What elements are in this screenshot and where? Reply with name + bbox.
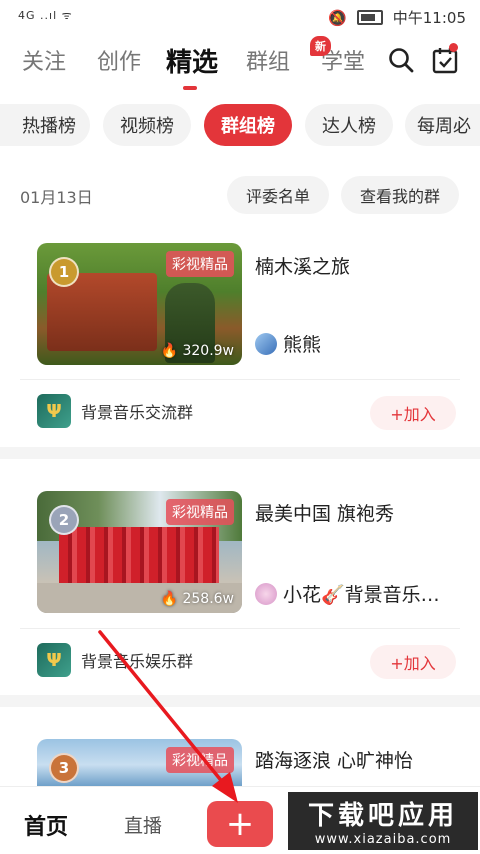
chip-hot[interactable]: 热播榜 xyxy=(0,104,90,146)
nav-live[interactable]: 直播 xyxy=(124,811,162,838)
group-name: 背景音乐交流群 xyxy=(81,403,194,422)
video-title[interactable]: 踏海逐浪 心旷神怡 xyxy=(255,746,413,773)
new-badge: 新 xyxy=(310,36,331,56)
chip-talent[interactable]: 达人榜 xyxy=(305,104,393,146)
performers-image xyxy=(59,527,219,585)
chip-hot-label: 热播榜 xyxy=(22,116,76,137)
watermark: 下载吧应用 www.xiazaiba.com xyxy=(288,792,478,850)
rank-badge: 1 xyxy=(49,257,79,287)
status-bar: 4G ..ıl ᯤ 🔕 中午11:05 xyxy=(0,0,480,34)
tab-follow[interactable]: 关注 xyxy=(22,44,66,76)
view-count-value: 258.6w xyxy=(182,591,234,607)
group-row[interactable]: Ψ 背景音乐交流群 xyxy=(37,394,193,428)
video-thumbnail[interactable]: 3 彩视精品 xyxy=(37,739,242,786)
watermark-title: 下载吧应用 xyxy=(307,801,458,831)
author-name: 熊熊 xyxy=(283,334,322,356)
chip-video[interactable]: 视频榜 xyxy=(103,104,191,146)
rank-badge: 3 xyxy=(49,753,79,783)
chip-group-label: 群组榜 xyxy=(221,116,275,137)
author-row[interactable]: 熊熊 xyxy=(255,330,321,357)
my-group-label: 查看我的群 xyxy=(359,187,440,206)
tab-featured[interactable]: 精选 xyxy=(166,42,218,79)
signal-status: 4G ..ıl ᯤ xyxy=(18,9,73,22)
tab-groups[interactable]: 群组 xyxy=(246,44,290,76)
view-count-value: 320.9w xyxy=(182,343,234,359)
section-separator xyxy=(0,695,480,707)
watermark-url: www.xiazaiba.com xyxy=(314,832,452,847)
battery-icon xyxy=(356,10,383,25)
search-icon[interactable] xyxy=(388,47,414,73)
chip-weekly-label: 每周必 xyxy=(417,116,471,137)
create-button[interactable]: + xyxy=(207,801,273,847)
chip-weekly[interactable]: 每周必 xyxy=(405,104,480,146)
plus-icon: + xyxy=(225,804,255,844)
nav-home[interactable]: 首页 xyxy=(24,809,68,841)
trident-icon: Ψ xyxy=(37,394,71,428)
view-count: 🔥 258.6w xyxy=(160,591,234,607)
chip-talent-label: 达人榜 xyxy=(322,116,376,137)
clock: 中午11:05 xyxy=(392,9,466,27)
mute-icon: 🔕 xyxy=(328,8,347,27)
video-title[interactable]: 最美中国 旗袍秀 xyxy=(255,499,394,526)
author-row[interactable]: 小花🎸背景音乐… xyxy=(255,580,440,607)
notification-dot xyxy=(449,43,458,52)
video-thumbnail[interactable]: 2 彩视精品 🔥 258.6w xyxy=(37,491,242,613)
video-title[interactable]: 楠木溪之旅 xyxy=(255,252,350,279)
group-name: 背景音乐娱乐群 xyxy=(81,652,194,671)
avatar xyxy=(255,332,277,355)
rank-badge: 2 xyxy=(49,505,79,535)
view-count: 🔥 320.9w xyxy=(160,343,234,359)
date-label: 01月13日 xyxy=(20,188,93,207)
author-name: 小花🎸背景音乐… xyxy=(283,584,440,606)
join-label: +加入 xyxy=(390,405,436,424)
join-button[interactable]: +加入 xyxy=(370,396,456,430)
group-row[interactable]: Ψ 背景音乐娱乐群 xyxy=(37,643,193,677)
quality-tag: 彩视精品 xyxy=(166,747,234,773)
quality-tag: 彩视精品 xyxy=(166,251,234,277)
status-right: 🔕 中午11:05 xyxy=(328,7,466,28)
tab-create[interactable]: 创作 xyxy=(97,44,141,76)
tab-indicator xyxy=(183,86,197,90)
chip-group[interactable]: 群组榜 xyxy=(204,104,292,146)
trident-icon: Ψ xyxy=(37,643,71,677)
join-label: +加入 xyxy=(390,654,436,673)
judges-button[interactable]: 评委名单 xyxy=(227,176,329,214)
video-thumbnail[interactable]: 1 彩视精品 🔥 320.9w xyxy=(37,243,242,365)
my-group-button[interactable]: 查看我的群 xyxy=(341,176,459,214)
judges-label: 评委名单 xyxy=(245,187,310,206)
divider xyxy=(20,379,460,380)
join-button[interactable]: +加入 xyxy=(370,645,456,679)
section-separator xyxy=(0,447,480,459)
divider xyxy=(20,628,460,629)
quality-tag: 彩视精品 xyxy=(166,499,234,525)
avatar xyxy=(255,582,277,605)
chip-video-label: 视频榜 xyxy=(120,116,174,137)
